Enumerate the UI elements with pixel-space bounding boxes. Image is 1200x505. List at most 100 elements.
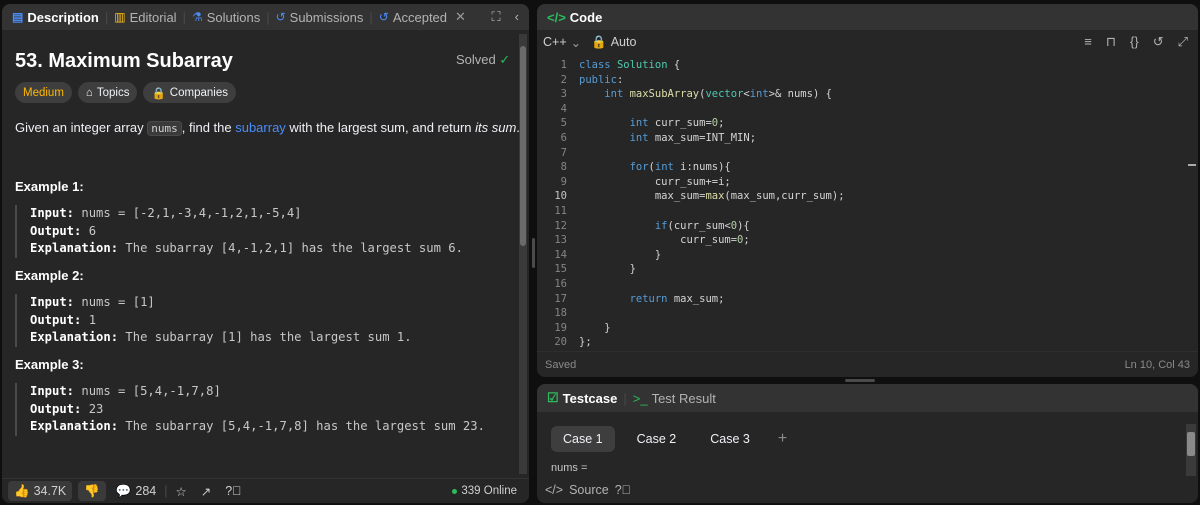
language-label: C++ xyxy=(543,35,567,49)
problem-tags: Medium ⌂ Topics 🔒 Companies xyxy=(15,82,236,103)
code-line[interactable]: 7 xyxy=(537,146,1198,161)
online-indicator: 339 Online xyxy=(452,485,523,497)
code-line[interactable]: 6 int max_sum=INT_MIN; xyxy=(537,131,1198,146)
cursor-position: Ln 10, Col 43 xyxy=(1124,358,1190,371)
close-icon[interactable]: ✕ xyxy=(451,9,466,25)
tab-accepted-label: Accepted xyxy=(392,9,448,25)
code-line[interactable]: 19 } xyxy=(537,321,1198,336)
code-line[interactable]: 12 if(curr_sum<0){ xyxy=(537,219,1198,234)
comments-button[interactable]: 💬 284 xyxy=(112,484,156,499)
input-value: nums = [-2,1,-3,4,-1,2,1,-5,4] xyxy=(74,206,302,220)
line-content: for(int i:nums){ xyxy=(629,161,731,174)
like-button[interactable]: 👍 34.7K xyxy=(8,481,73,501)
case-tab-1[interactable]: Case 1 xyxy=(551,426,615,452)
code-line[interactable]: 13 curr_sum=0; xyxy=(537,233,1198,248)
description-scrollbar[interactable] xyxy=(519,34,527,474)
chevron-down-icon: ⌄ xyxy=(570,35,582,50)
explanation-value: The subarray [1] has the largest sum 1. xyxy=(118,330,412,344)
code-line[interactable]: 11 xyxy=(537,204,1198,219)
code-line[interactable]: 17 return max_sum; xyxy=(537,292,1198,307)
line-number: 17 xyxy=(554,292,567,305)
tab-submissions[interactable]: ↺ Submissions xyxy=(272,10,368,25)
help-icon[interactable]: ?⃝ xyxy=(217,484,241,498)
code-line[interactable]: 18 xyxy=(537,306,1198,321)
case-tab-3[interactable]: Case 3 xyxy=(698,426,762,452)
dislike-button[interactable]: 👎 xyxy=(78,481,106,501)
code-line[interactable]: 10 max_sum=max(max_sum,curr_sum); xyxy=(537,189,1198,204)
code-line[interactable]: 15 } xyxy=(537,262,1198,277)
explanation-label: Explanation: xyxy=(30,241,119,255)
line-number: 7 xyxy=(560,146,567,159)
output-label: Output: xyxy=(30,223,82,238)
document-icon: ▤ xyxy=(12,10,24,24)
tab-test-result[interactable]: >_ Test Result xyxy=(629,391,720,406)
tab-accepted[interactable]: ↺ Accepted ✕ xyxy=(375,9,470,25)
line-content xyxy=(567,146,579,161)
like-count: 34.7K xyxy=(33,484,67,498)
code-line[interactable]: 1 class Solution { xyxy=(537,58,1198,73)
vertical-resize-handle[interactable] xyxy=(530,0,536,505)
testcase-scrollbar[interactable] xyxy=(1186,424,1196,476)
add-case-icon[interactable]: + xyxy=(772,426,787,452)
input-value: nums = [5,4,-1,7,8] xyxy=(74,384,221,398)
format-icon[interactable]: ≡ xyxy=(1084,34,1092,50)
bookmark-icon[interactable]: ⊓ xyxy=(1106,34,1116,50)
code-line[interactable]: 2 public: xyxy=(537,73,1198,88)
companies-button[interactable]: 🔒 Companies xyxy=(143,82,236,103)
line-content: } xyxy=(579,263,636,276)
braces-icon[interactable]: {} xyxy=(1130,34,1139,50)
expand-icon[interactable]: ⤢ xyxy=(1178,34,1188,50)
tab-description[interactable]: ▤ Description xyxy=(8,10,103,25)
reset-icon[interactable]: ↺ xyxy=(1153,34,1164,50)
code-line[interactable]: 5 int curr_sum=0; xyxy=(537,116,1198,131)
subarray-link[interactable]: subarray xyxy=(235,120,286,135)
scrollbar-thumb[interactable] xyxy=(520,46,526,246)
line-content: if(curr_sum<0){ xyxy=(654,219,750,232)
line-number: 1 xyxy=(560,59,567,71)
code-editor[interactable]: 1 class Solution { 2 public: 3 int maxSubArr… xyxy=(537,58,1198,352)
code-line[interactable]: 4 xyxy=(537,102,1198,117)
line-number: 3 xyxy=(560,88,567,101)
editor-scrollbar[interactable] xyxy=(1188,60,1196,350)
tab-code[interactable]: </> Code xyxy=(543,10,606,25)
code-line[interactable]: 14 } xyxy=(537,248,1198,263)
line-number: 11 xyxy=(554,204,567,217)
maximize-icon[interactable]: ⛶ xyxy=(492,9,501,25)
line-number: 8 xyxy=(560,161,567,174)
tab-submissions-label: Submissions xyxy=(289,9,364,25)
chevron-left-icon[interactable]: ‹ xyxy=(515,9,519,25)
share-icon[interactable]: ↗ xyxy=(193,484,211,499)
mode-select[interactable]: 🔒 Auto xyxy=(591,35,636,50)
source-button[interactable]: </> Source ?⃝ xyxy=(545,483,631,497)
code-line[interactable]: 8 for(int i:nums){ xyxy=(537,160,1198,175)
star-icon[interactable]: ☆ xyxy=(176,484,187,499)
horizontal-resize-handle[interactable] xyxy=(845,379,875,382)
explanation-value: The subarray [5,4,-1,7,8] has the larges… xyxy=(118,419,485,433)
tab-editorial[interactable]: ▥ Editorial xyxy=(110,10,180,25)
mode-label: Auto xyxy=(610,35,637,49)
topics-button[interactable]: ⌂ Topics xyxy=(77,82,138,103)
code-line[interactable]: 20}; xyxy=(537,335,1198,350)
comment-icon: 💬 xyxy=(115,483,132,498)
line-content: class Solution { xyxy=(579,59,681,71)
line-content xyxy=(567,204,579,219)
scrollbar-thumb[interactable] xyxy=(1187,432,1195,456)
code-line[interactable]: 3 int maxSubArray(vector<int>& nums) { xyxy=(537,87,1198,102)
tab-solutions[interactable]: ⚗ Solutions xyxy=(188,10,264,25)
example-3-box: Input: nums = [5,4,-1,7,8] Output: 23 Expl… xyxy=(15,383,485,436)
output-label: Output: xyxy=(30,401,82,416)
tab-editorial-label: Editorial xyxy=(129,9,177,25)
code-line[interactable]: 16 xyxy=(537,277,1198,292)
code-line[interactable]: 9 curr_sum+=i; xyxy=(537,175,1198,190)
help-icon[interactable]: ?⃝ xyxy=(615,483,631,497)
language-select[interactable]: C++ ⌄ xyxy=(543,35,581,50)
tab-testcase[interactable]: ☑ Testcase xyxy=(543,390,621,406)
terminal-icon: >_ xyxy=(632,390,648,406)
problem-bottom-bar: 👍 34.7K 👎 💬 284 | ☆ ↗ ?⃝ 339 Online xyxy=(2,478,529,503)
case-tab-2[interactable]: Case 2 xyxy=(625,426,689,452)
tab-divider: | xyxy=(104,9,109,25)
line-number: 9 xyxy=(560,175,567,188)
resize-grip[interactable] xyxy=(531,237,535,268)
line-content: return max_sum; xyxy=(629,292,725,305)
explanation-value: The subarray [4,-1,2,1] has the largest … xyxy=(118,241,463,255)
